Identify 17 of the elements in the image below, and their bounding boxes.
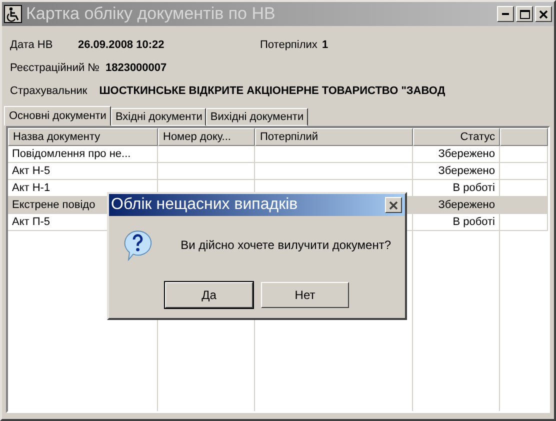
table-cell: Повідомлення про не... [8,146,158,162]
field-label: Дата НВ [10,38,54,52]
field-label: Страхувальник [10,84,88,98]
table-cell: Акт Н-5 [8,163,158,179]
table-cell: В роботі [413,214,500,230]
window-title: Картка обліку документів по НВ [26,4,276,24]
table-cell: Збережено [413,146,500,162]
table-cell: Збережено [413,197,500,213]
field-label: Потерпілих [260,38,318,52]
table-cell: Збережено [413,163,500,179]
dialog-message: Ви дійсно хочете вилучити документ? [180,238,391,252]
table-cell: В роботі [413,180,500,196]
field-label: Реєстраційний № [10,61,100,75]
field-value: ШОСТКИНСЬКЕ ВІДКРИТЕ АКЦІОНЕРНЕ ТОВАРИСТВО "ЗАВОД [99,84,446,98]
field-value: 26.09.2008 10:22 [78,38,166,52]
field-value: 1 [322,38,328,52]
field-value: 1823000007 [105,61,167,75]
